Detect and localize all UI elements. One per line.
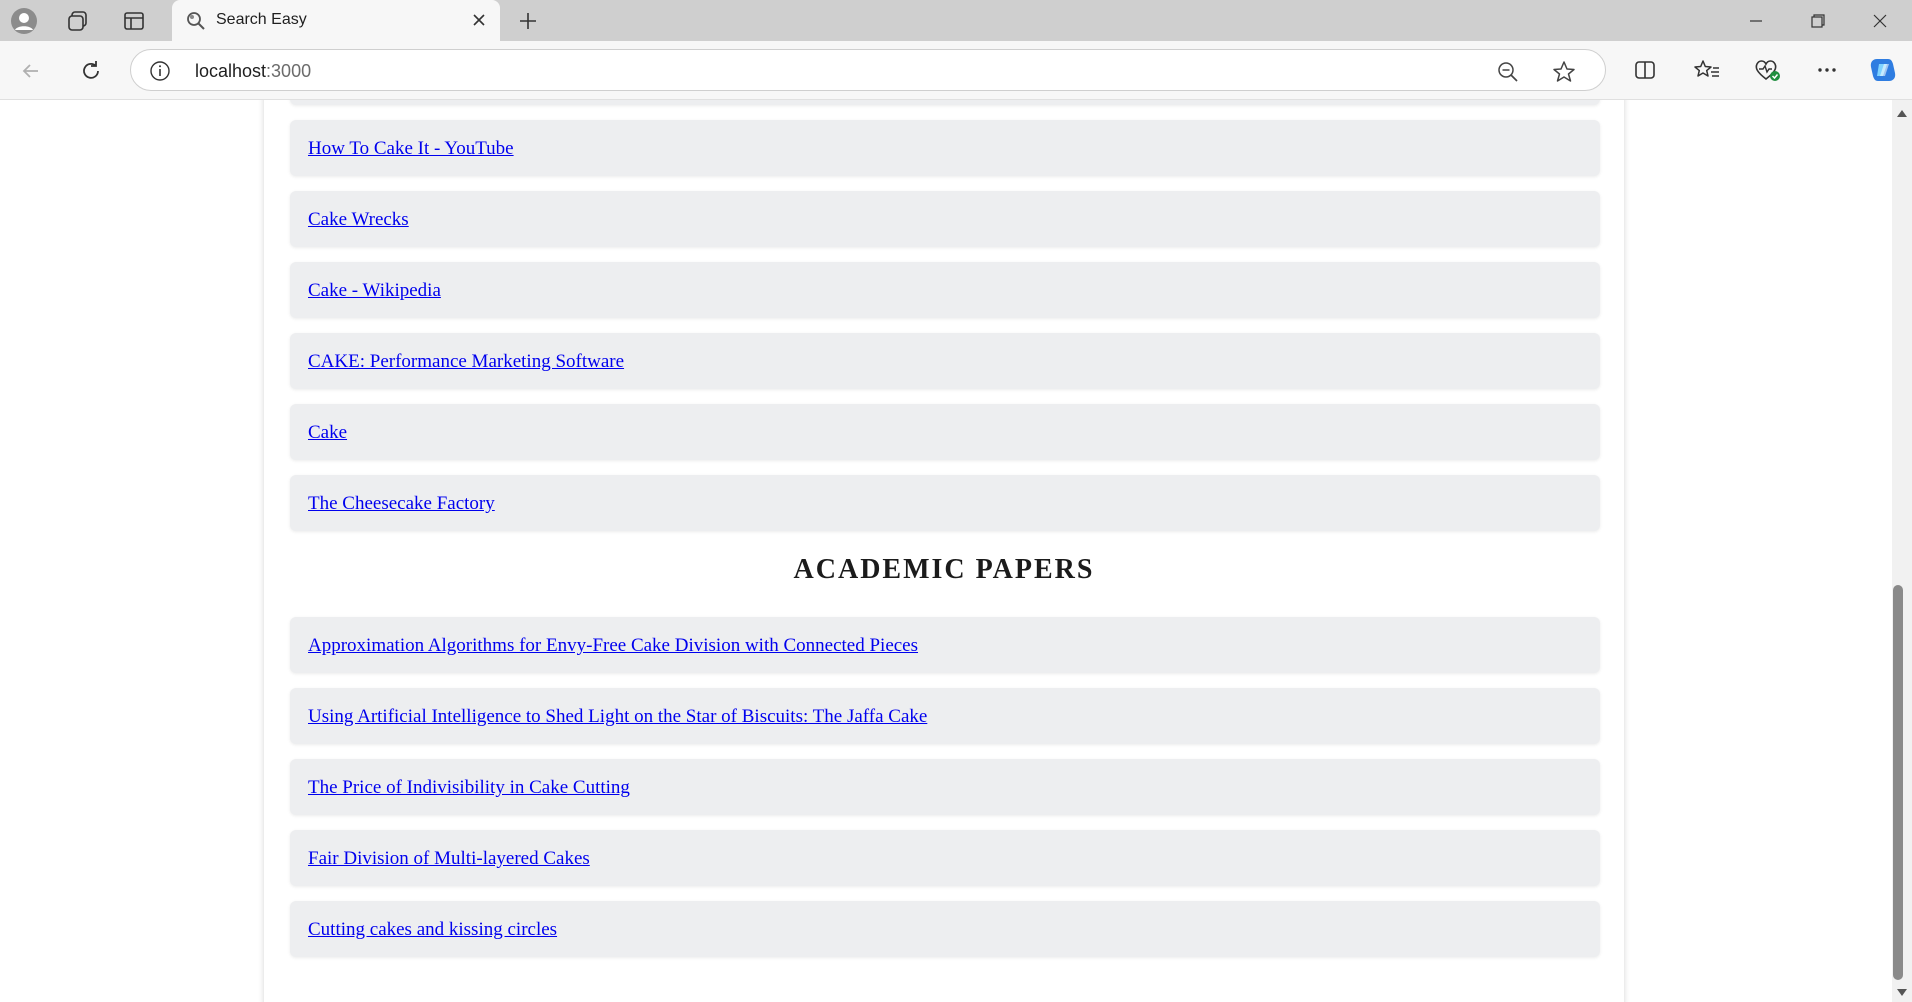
- web-result-link[interactable]: CAKE: Performance Marketing Software: [308, 351, 624, 373]
- academic-result-link[interactable]: Approximation Algorithms for Envy-Free C…: [308, 635, 918, 657]
- more-icon[interactable]: [1810, 53, 1844, 87]
- academic-result-link[interactable]: Using Artificial Intelligence to Shed Li…: [308, 706, 927, 728]
- web-result-item[interactable]: Cake - Wikipedia: [290, 262, 1600, 318]
- info-icon[interactable]: [149, 60, 171, 82]
- web-result-link[interactable]: How To Cake It - YouTube: [308, 138, 514, 160]
- split-screen-icon[interactable]: [1628, 53, 1662, 87]
- url-port: :3000: [266, 61, 312, 81]
- address-bar[interactable]: localhost:3000: [130, 49, 1606, 91]
- browser-toolbar: localhost:3000: [0, 41, 1912, 100]
- web-result-item[interactable]: Cake: [290, 404, 1600, 460]
- restore-icon[interactable]: [1788, 0, 1848, 41]
- minimize-icon[interactable]: [1726, 0, 1786, 41]
- window-close-icon[interactable]: [1850, 0, 1910, 41]
- scroll-up-arrow-icon[interactable]: [1892, 104, 1912, 122]
- refresh-icon[interactable]: [74, 54, 108, 88]
- browser-essentials-icon[interactable]: [1750, 53, 1784, 87]
- page-viewport: How To Cake It - YouTube Cake Wrecks Cak…: [0, 100, 1892, 1002]
- web-result-link[interactable]: Cake Wrecks: [308, 209, 409, 231]
- close-icon[interactable]: [468, 9, 490, 31]
- result-item-partial: [290, 100, 1600, 105]
- results-container: How To Cake It - YouTube Cake Wrecks Cak…: [264, 100, 1624, 1002]
- web-result-item[interactable]: CAKE: Performance Marketing Software: [290, 333, 1600, 389]
- back-arrow-icon[interactable]: [14, 54, 48, 88]
- academic-result-item[interactable]: Cutting cakes and kissing circles: [290, 901, 1600, 957]
- academic-result-item[interactable]: Using Artificial Intelligence to Shed Li…: [290, 688, 1600, 744]
- academic-result-item[interactable]: The Price of Indivisibility in Cake Cutt…: [290, 759, 1600, 815]
- web-result-link[interactable]: The Cheesecake Factory: [308, 493, 495, 515]
- url-text: localhost:3000: [195, 61, 311, 82]
- plus-icon[interactable]: [512, 5, 544, 37]
- web-result-link[interactable]: Cake: [308, 422, 347, 444]
- web-result-item[interactable]: The Cheesecake Factory: [290, 475, 1600, 531]
- browser-tab-bar: Search Easy: [0, 0, 1912, 41]
- active-tab[interactable]: Search Easy: [172, 0, 500, 41]
- url-host: localhost: [195, 61, 267, 81]
- academic-result-item[interactable]: Approximation Algorithms for Envy-Free C…: [290, 617, 1600, 673]
- zoom-out-icon[interactable]: [1495, 59, 1521, 85]
- academic-result-link[interactable]: Fair Division of Multi-layered Cakes: [308, 848, 590, 870]
- copilot-icon[interactable]: [1866, 53, 1900, 87]
- favorites-icon[interactable]: [1690, 53, 1724, 87]
- academic-result-link[interactable]: The Price of Indivisibility in Cake Cutt…: [308, 777, 630, 799]
- academic-result-item[interactable]: Fair Division of Multi-layered Cakes: [290, 830, 1600, 886]
- workspaces-icon[interactable]: [62, 5, 94, 37]
- scrollbar-thumb[interactable]: [1893, 585, 1903, 980]
- academic-papers-heading: ACADEMIC PAPERS: [793, 554, 1095, 585]
- scroll-down-arrow-icon[interactable]: [1892, 984, 1912, 1002]
- web-result-item[interactable]: Cake Wrecks: [290, 191, 1600, 247]
- academic-result-link[interactable]: Cutting cakes and kissing circles: [308, 919, 557, 941]
- search-easy-favicon: [184, 9, 208, 33]
- star-icon[interactable]: [1551, 59, 1577, 85]
- tab-title: Search Easy: [216, 11, 307, 28]
- profile-icon[interactable]: [8, 5, 40, 37]
- web-result-item[interactable]: How To Cake It - YouTube: [290, 120, 1600, 176]
- tab-actions-icon[interactable]: [118, 5, 150, 37]
- web-result-link[interactable]: Cake - Wikipedia: [308, 280, 441, 302]
